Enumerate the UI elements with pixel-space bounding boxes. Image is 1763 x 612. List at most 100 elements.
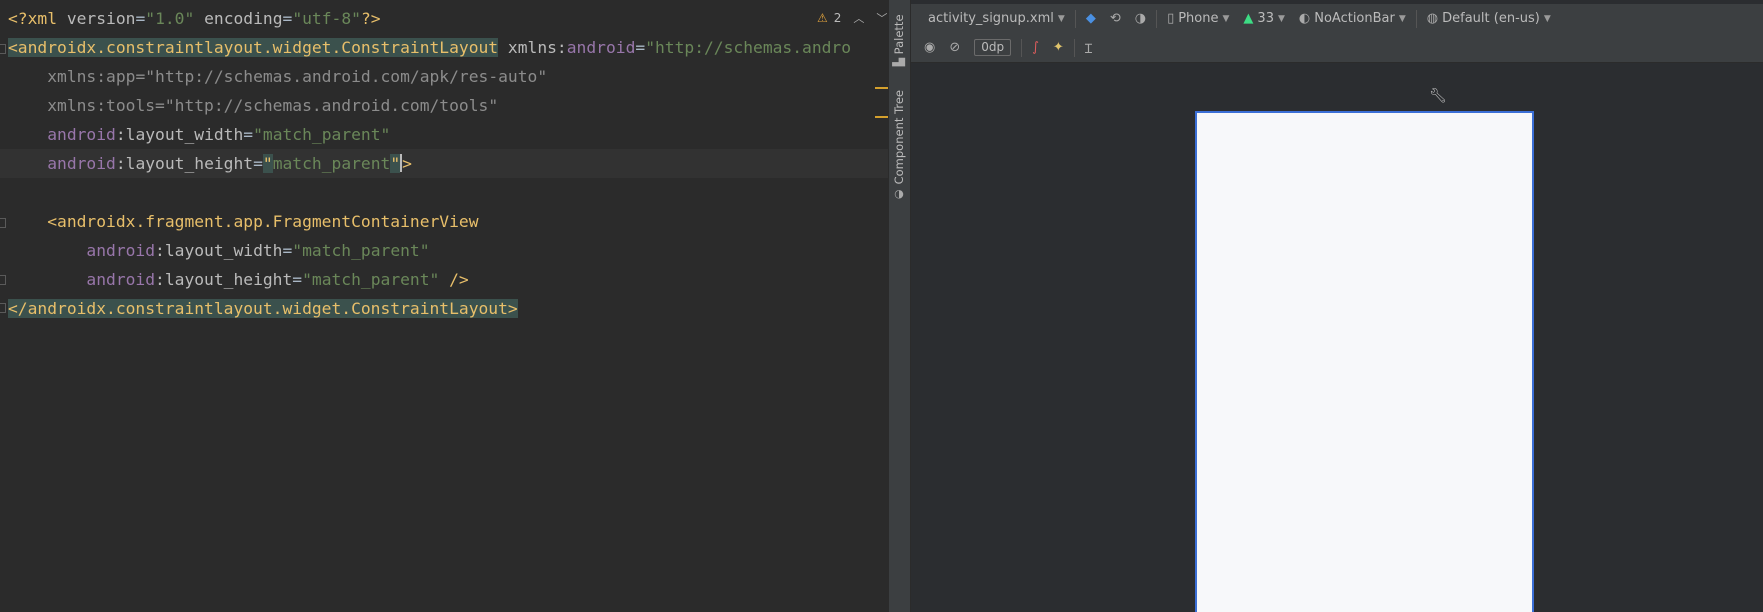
xmlns-prefix: xmlns: bbox=[507, 38, 567, 57]
code-line-6-current[interactable]: android:layout_height="match_parent" > bbox=[0, 149, 888, 178]
palette-icon: ▙ bbox=[892, 57, 906, 67]
clear-constraints-icon: ∫ bbox=[1032, 40, 1039, 55]
attr-value: "match_parent" bbox=[292, 241, 430, 260]
code-line-8[interactable]: <androidx.fragment.app.FragmentContainer… bbox=[0, 207, 888, 236]
warning-stripe-marker[interactable] bbox=[875, 87, 888, 89]
phone-icon: ▯ bbox=[1167, 11, 1175, 26]
attr-value: "match_parent" bbox=[253, 125, 391, 144]
inspection-widget[interactable]: ⚠ 2 ︿ ﹀ bbox=[817, 8, 887, 28]
locale-selector-label: Default (en-us) bbox=[1442, 11, 1540, 26]
self-close-tag: /> bbox=[439, 270, 469, 289]
attr-name: :layout_height bbox=[155, 270, 293, 289]
code-line-7[interactable] bbox=[0, 178, 888, 207]
orientation-button[interactable]: ⟲ bbox=[1103, 7, 1128, 31]
device-selector-label: Phone bbox=[1178, 11, 1219, 26]
chevron-down-icon: ▼ bbox=[1222, 13, 1230, 24]
chevron-down-icon: ▼ bbox=[1277, 13, 1285, 24]
file-selector-label: activity_signup.xml bbox=[928, 11, 1054, 26]
theme-selector-label: NoActionBar bbox=[1314, 11, 1395, 26]
code-line-3[interactable]: xmlns:app="http://schemas.android.com/ap… bbox=[0, 62, 888, 91]
xml-decl-encoding-value: "utf-8" bbox=[292, 9, 361, 28]
toolbar-divider bbox=[1073, 38, 1075, 57]
night-mode-icon: ◑ bbox=[1134, 11, 1147, 26]
chevron-down-icon: ▼ bbox=[1543, 13, 1551, 24]
xml-decl-version-value: "1.0" bbox=[145, 9, 195, 28]
device-selector[interactable]: ▯ Phone ▼ bbox=[1160, 7, 1236, 31]
attr-namespace: android bbox=[86, 241, 156, 260]
attr-name: :layout_width bbox=[115, 125, 244, 144]
rotate-icon: ⟲ bbox=[1109, 11, 1121, 26]
eye-icon: ◉ bbox=[924, 40, 936, 55]
warning-count: 2 bbox=[833, 11, 842, 25]
code-line-4[interactable]: xmlns:tools="http://schemas.android.com/… bbox=[0, 91, 888, 120]
code-line-9[interactable]: android:layout_width="match_parent" bbox=[0, 236, 888, 265]
matched-quote: " bbox=[390, 154, 401, 173]
theme-selector[interactable]: ◐ NoActionBar ▼ bbox=[1292, 7, 1413, 31]
autoconnect-button[interactable]: ⊘ bbox=[942, 36, 967, 60]
next-highlight-icon[interactable]: ﹀ bbox=[876, 10, 887, 26]
component-tree-tab-label: Component Tree bbox=[892, 90, 906, 185]
design-canvas[interactable]: 🔧︎ bbox=[911, 63, 1763, 612]
xmlns-android-name: android bbox=[566, 38, 636, 57]
fragment-open-tag: <androidx.fragment.app.FragmentContainer… bbox=[47, 212, 479, 231]
attr-namespace: android bbox=[47, 125, 116, 144]
text-baseline-icon: Ɪ bbox=[1084, 41, 1093, 57]
previous-highlight-icon[interactable]: ︿ bbox=[853, 10, 864, 26]
locale-selector[interactable]: ◍ Default (en-us) ▼ bbox=[1420, 7, 1558, 31]
component-tree-icon: ◐ bbox=[892, 188, 906, 202]
warning-stripe-marker[interactable] bbox=[875, 116, 888, 118]
attr-namespace: android bbox=[86, 270, 156, 289]
code-line-10[interactable]: android:layout_height="match_parent" /> bbox=[0, 265, 888, 294]
layers-icon: ◆ bbox=[1085, 11, 1096, 26]
wrench-icon[interactable]: 🔧︎ bbox=[1429, 88, 1447, 104]
xmlns-android-value: "http://schemas.andro bbox=[645, 38, 852, 57]
code-line-2[interactable]: <androidx.constraintlayout.widget.Constr… bbox=[0, 33, 888, 62]
file-selector[interactable]: activity_signup.xml ▼ bbox=[921, 7, 1072, 31]
root-close-tag: </androidx.constraintlayout.widget.Const… bbox=[8, 299, 518, 318]
xml-decl-close: ?> bbox=[360, 9, 381, 28]
design-surface-button[interactable]: ◆ bbox=[1079, 7, 1103, 31]
design-side-strip: ▙ Palette ◐ Component Tree bbox=[888, 0, 911, 612]
guidelines-button[interactable]: Ɪ bbox=[1078, 36, 1099, 60]
tag-close: > bbox=[402, 154, 412, 173]
clear-constraints-button[interactable]: ∫ bbox=[1025, 36, 1046, 60]
root-open-tag: <androidx.constraintlayout.widget.Constr… bbox=[8, 38, 499, 57]
night-mode-button[interactable]: ◑ bbox=[1128, 7, 1153, 31]
globe-icon: ◍ bbox=[1426, 11, 1439, 26]
view-options-button[interactable]: ◉ bbox=[917, 36, 942, 60]
xml-decl-version-key: version bbox=[66, 9, 136, 28]
palette-tab[interactable]: ▙ Palette bbox=[892, 14, 906, 66]
api-level-selector[interactable]: ▲ 33 ▼ bbox=[1236, 7, 1291, 31]
code-line-1[interactable]: <?xml version="1.0" encoding="utf-8"?> bbox=[0, 4, 888, 33]
attr-name: :layout_width bbox=[155, 241, 283, 260]
design-toolbar-top: activity_signup.xml ▼ ◆ ⟲ ◑ ▯ Phone ▼ ▲ … bbox=[911, 4, 1763, 34]
xmlns-tools-attr: xmlns:tools="http://schemas.android.com/… bbox=[47, 96, 499, 115]
layout-design-panel: activity_signup.xml ▼ ◆ ⟲ ◑ ▯ Phone ▼ ▲ … bbox=[911, 0, 1763, 612]
matched-quote: " bbox=[262, 154, 273, 173]
warning-icon: ⚠ bbox=[817, 11, 828, 25]
xml-code-editor[interactable]: <?xml version="1.0" encoding="utf-8"?> <… bbox=[0, 0, 888, 612]
component-tree-tab[interactable]: ◐ Component Tree bbox=[892, 90, 906, 201]
attr-name: :layout_height bbox=[115, 154, 254, 173]
android-icon: ▲ bbox=[1243, 11, 1254, 26]
api-level-label: 33 bbox=[1257, 11, 1274, 26]
toolbar-divider bbox=[1415, 9, 1417, 28]
xml-decl-encoding-key: encoding bbox=[204, 9, 283, 28]
chevron-down-icon: ▼ bbox=[1398, 13, 1406, 24]
palette-tab-label: Palette bbox=[892, 14, 906, 54]
code-line-11[interactable]: </androidx.constraintlayout.widget.Const… bbox=[0, 294, 888, 323]
device-preview-frame[interactable] bbox=[1195, 111, 1534, 612]
theme-icon: ◐ bbox=[1298, 11, 1311, 26]
toolbar-divider bbox=[1021, 38, 1023, 57]
infer-constraints-button[interactable]: ✦ bbox=[1046, 36, 1071, 60]
attr-namespace: android bbox=[47, 154, 116, 173]
xmlns-app-attr: xmlns:app="http://schemas.android.com/ap… bbox=[47, 67, 548, 86]
chevron-down-icon: ▼ bbox=[1057, 13, 1065, 24]
design-toolbar-bottom: ◉ ⊘ 0dp ∫ ✦ Ɪ bbox=[911, 33, 1763, 63]
default-margin-field[interactable]: 0dp bbox=[967, 36, 1018, 60]
code-line-5[interactable]: android:layout_width="match_parent" bbox=[0, 120, 888, 149]
magnet-off-icon: ⊘ bbox=[949, 40, 961, 55]
xml-decl-open: <?xml bbox=[8, 9, 67, 28]
attr-value: "match_parent" bbox=[302, 270, 440, 289]
attr-value: match_parent bbox=[272, 154, 391, 173]
